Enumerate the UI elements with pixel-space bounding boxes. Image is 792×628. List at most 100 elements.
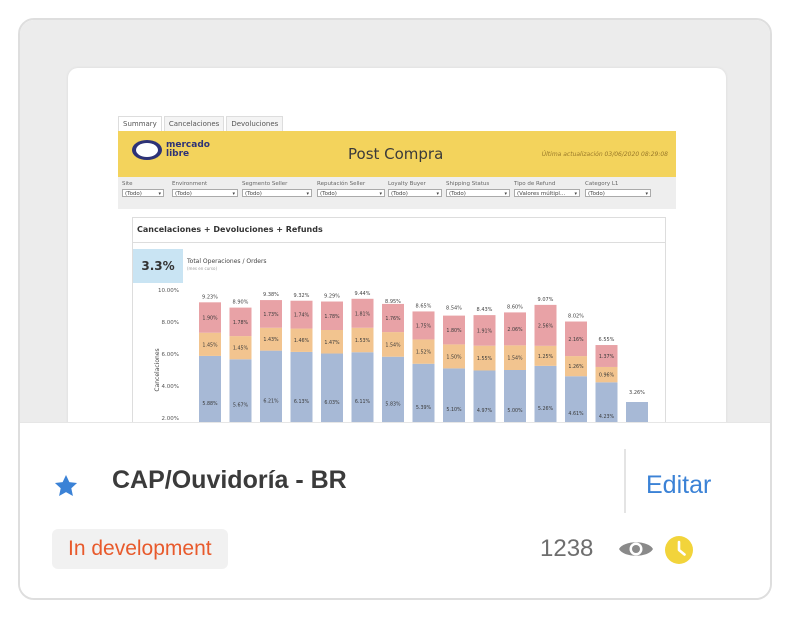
- bar-total-label: 6.55%: [599, 337, 615, 343]
- tab-cancelaciones: Cancelaciones: [163, 116, 225, 132]
- bar-data-label: 1.53%: [355, 338, 371, 344]
- filter-category-l1: Category L1 (Todo): [585, 181, 651, 198]
- filter-label: Segmento Seller: [242, 181, 288, 187]
- bar-data-label: 5.67%: [233, 403, 249, 409]
- bar-total-label: 8.65%: [416, 304, 432, 310]
- bar-data-label: 1.45%: [202, 342, 218, 348]
- bar-data-label: 6.11%: [355, 399, 371, 405]
- bar-total-label: 9.23%: [202, 294, 218, 300]
- view-count: 1238: [540, 535, 594, 562]
- filter-label: Loyalty Buyer: [388, 181, 426, 187]
- filter-bar: Site (Todo) Environment (Todo) Segmento Se…: [118, 177, 676, 209]
- bar-data-label: 0.96%: [599, 373, 615, 379]
- filter-environment: Environment (Todo): [172, 181, 238, 198]
- bar-data-label: 1.37%: [599, 354, 615, 360]
- bar-data-label: 4.97%: [477, 408, 493, 414]
- bar-total-label: 9.44%: [355, 291, 371, 297]
- filter-select: (Todo): [585, 189, 651, 198]
- bar-data-label: 1.25%: [538, 354, 554, 360]
- bar-data-label: 1.75%: [416, 323, 432, 329]
- y-axis-label: Cancelaciones: [154, 348, 161, 391]
- bar-data-label: 1.45%: [233, 346, 249, 352]
- bar-data-label: 1.73%: [263, 312, 279, 318]
- bar-data-label: 1.76%: [385, 316, 401, 322]
- filter-select: (Todo): [242, 189, 312, 198]
- filter-reputacion-seller: Reputación Seller (Todo): [317, 181, 385, 198]
- bar-data-label: 1.55%: [477, 356, 493, 362]
- bar-data-label: 5.26%: [538, 406, 554, 412]
- bar-segment: [290, 351, 313, 424]
- bar-segment: [321, 353, 343, 424]
- bar-total-label: 3.26%: [629, 390, 645, 396]
- bar-total-label: 9.29%: [324, 293, 340, 299]
- clock-icon: [665, 536, 693, 564]
- preview-title: Post Compra: [348, 145, 444, 163]
- eye-icon: [619, 542, 653, 556]
- bar-segment: [626, 402, 648, 424]
- bar-data-label: 1.91%: [477, 328, 493, 334]
- bar-data-label: 1.74%: [294, 313, 310, 319]
- bar-data-label: 1.80%: [446, 328, 462, 334]
- tab-summary: Summary: [118, 116, 162, 132]
- last-update: Última actualización 03/06/2020 08:29:08: [541, 151, 668, 158]
- bar-data-label: 6.03%: [324, 400, 340, 406]
- bar-segment: [351, 352, 374, 424]
- filter-loyalty-buyer: Loyalty Buyer (Todo): [388, 181, 442, 198]
- handshake-icon: [132, 140, 162, 160]
- filter-select: (Valores múltipl...: [514, 189, 580, 198]
- divider: [624, 449, 626, 513]
- bar-data-label: 2.56%: [538, 323, 554, 329]
- edit-button[interactable]: Editar: [646, 471, 711, 500]
- filter-select: (Todo): [122, 189, 164, 198]
- bar-data-label: 1.54%: [385, 342, 401, 348]
- bar-total-label: 8.95%: [385, 299, 401, 305]
- bar-data-label: 5.39%: [416, 405, 432, 411]
- filter-label: Reputación Seller: [317, 181, 366, 187]
- bar-total-label: 8.02%: [568, 314, 584, 320]
- bar-data-label: 1.52%: [416, 350, 432, 356]
- bar-segment: [229, 359, 252, 424]
- dashboard-card[interactable]: Summary Cancelaciones Devoluciones merca…: [18, 18, 772, 600]
- bar-total-label: 8.54%: [446, 305, 462, 311]
- filter-shipping-status: Shipping Status (Todo): [446, 181, 510, 198]
- bar-data-label: 1.47%: [324, 340, 340, 346]
- y-tick-label: 4.00%: [162, 384, 179, 390]
- filter-tipo-refund: Tipo de Refund (Valores múltipl...: [514, 181, 580, 198]
- bar-data-label: 2.16%: [568, 337, 584, 343]
- card-title[interactable]: CAP/Ouvidoría - BR: [112, 466, 347, 495]
- stacked-bar-chart: 10.00%8.00%6.00%4.00%2.00%Cancelaciones5…: [154, 288, 648, 424]
- preview-area[interactable]: Summary Cancelaciones Devoluciones merca…: [20, 20, 770, 424]
- dashboard-preview: Summary Cancelaciones Devoluciones merca…: [118, 116, 676, 424]
- bar-segment: [199, 355, 221, 424]
- bar-data-label: 1.43%: [263, 337, 279, 343]
- bar-data-label: 1.50%: [446, 354, 462, 360]
- bar-data-label: 5.83%: [385, 401, 401, 407]
- preview-header: mercado libre Post Compra Última actuali…: [118, 131, 676, 177]
- bar-total-label: 8.60%: [507, 304, 523, 310]
- bar-segment: [504, 370, 526, 424]
- bar-segment: [443, 368, 465, 424]
- panel-title: Cancelaciones + Devoluciones + Refunds: [137, 225, 323, 234]
- kpi-subtitle: (mes en curso): [187, 266, 218, 271]
- bar-data-label: 2.06%: [507, 327, 523, 333]
- bar-segment: [534, 365, 557, 424]
- bar-segment: [412, 363, 435, 424]
- filter-select: (Todo): [172, 189, 238, 198]
- preview-thumbnail[interactable]: Summary Cancelaciones Devoluciones merca…: [68, 68, 726, 424]
- card-footer: CAP/Ouvidoría - BR Editar In development…: [20, 422, 770, 598]
- mercado-libre-logo: mercado libre: [132, 140, 210, 160]
- bar-data-label: 6.21%: [263, 398, 279, 404]
- filter-segmento-seller: Segmento Seller (Todo): [242, 181, 312, 198]
- y-tick-label: 8.00%: [162, 320, 179, 326]
- filter-select: (Todo): [446, 189, 510, 198]
- kpi-label: Total Operaciones / Orders: [187, 258, 267, 265]
- filter-label: Shipping Status: [446, 181, 490, 187]
- bar-data-label: 5.10%: [446, 407, 462, 413]
- bar-data-label: 1.78%: [324, 314, 340, 320]
- bar-total-label: 9.38%: [263, 292, 279, 298]
- star-icon[interactable]: [52, 473, 80, 499]
- bar-data-label: 4.61%: [568, 411, 584, 417]
- bar-data-label: 1.78%: [233, 320, 249, 326]
- bar-segment: [260, 350, 282, 424]
- bar-data-label: 6.13%: [294, 399, 310, 405]
